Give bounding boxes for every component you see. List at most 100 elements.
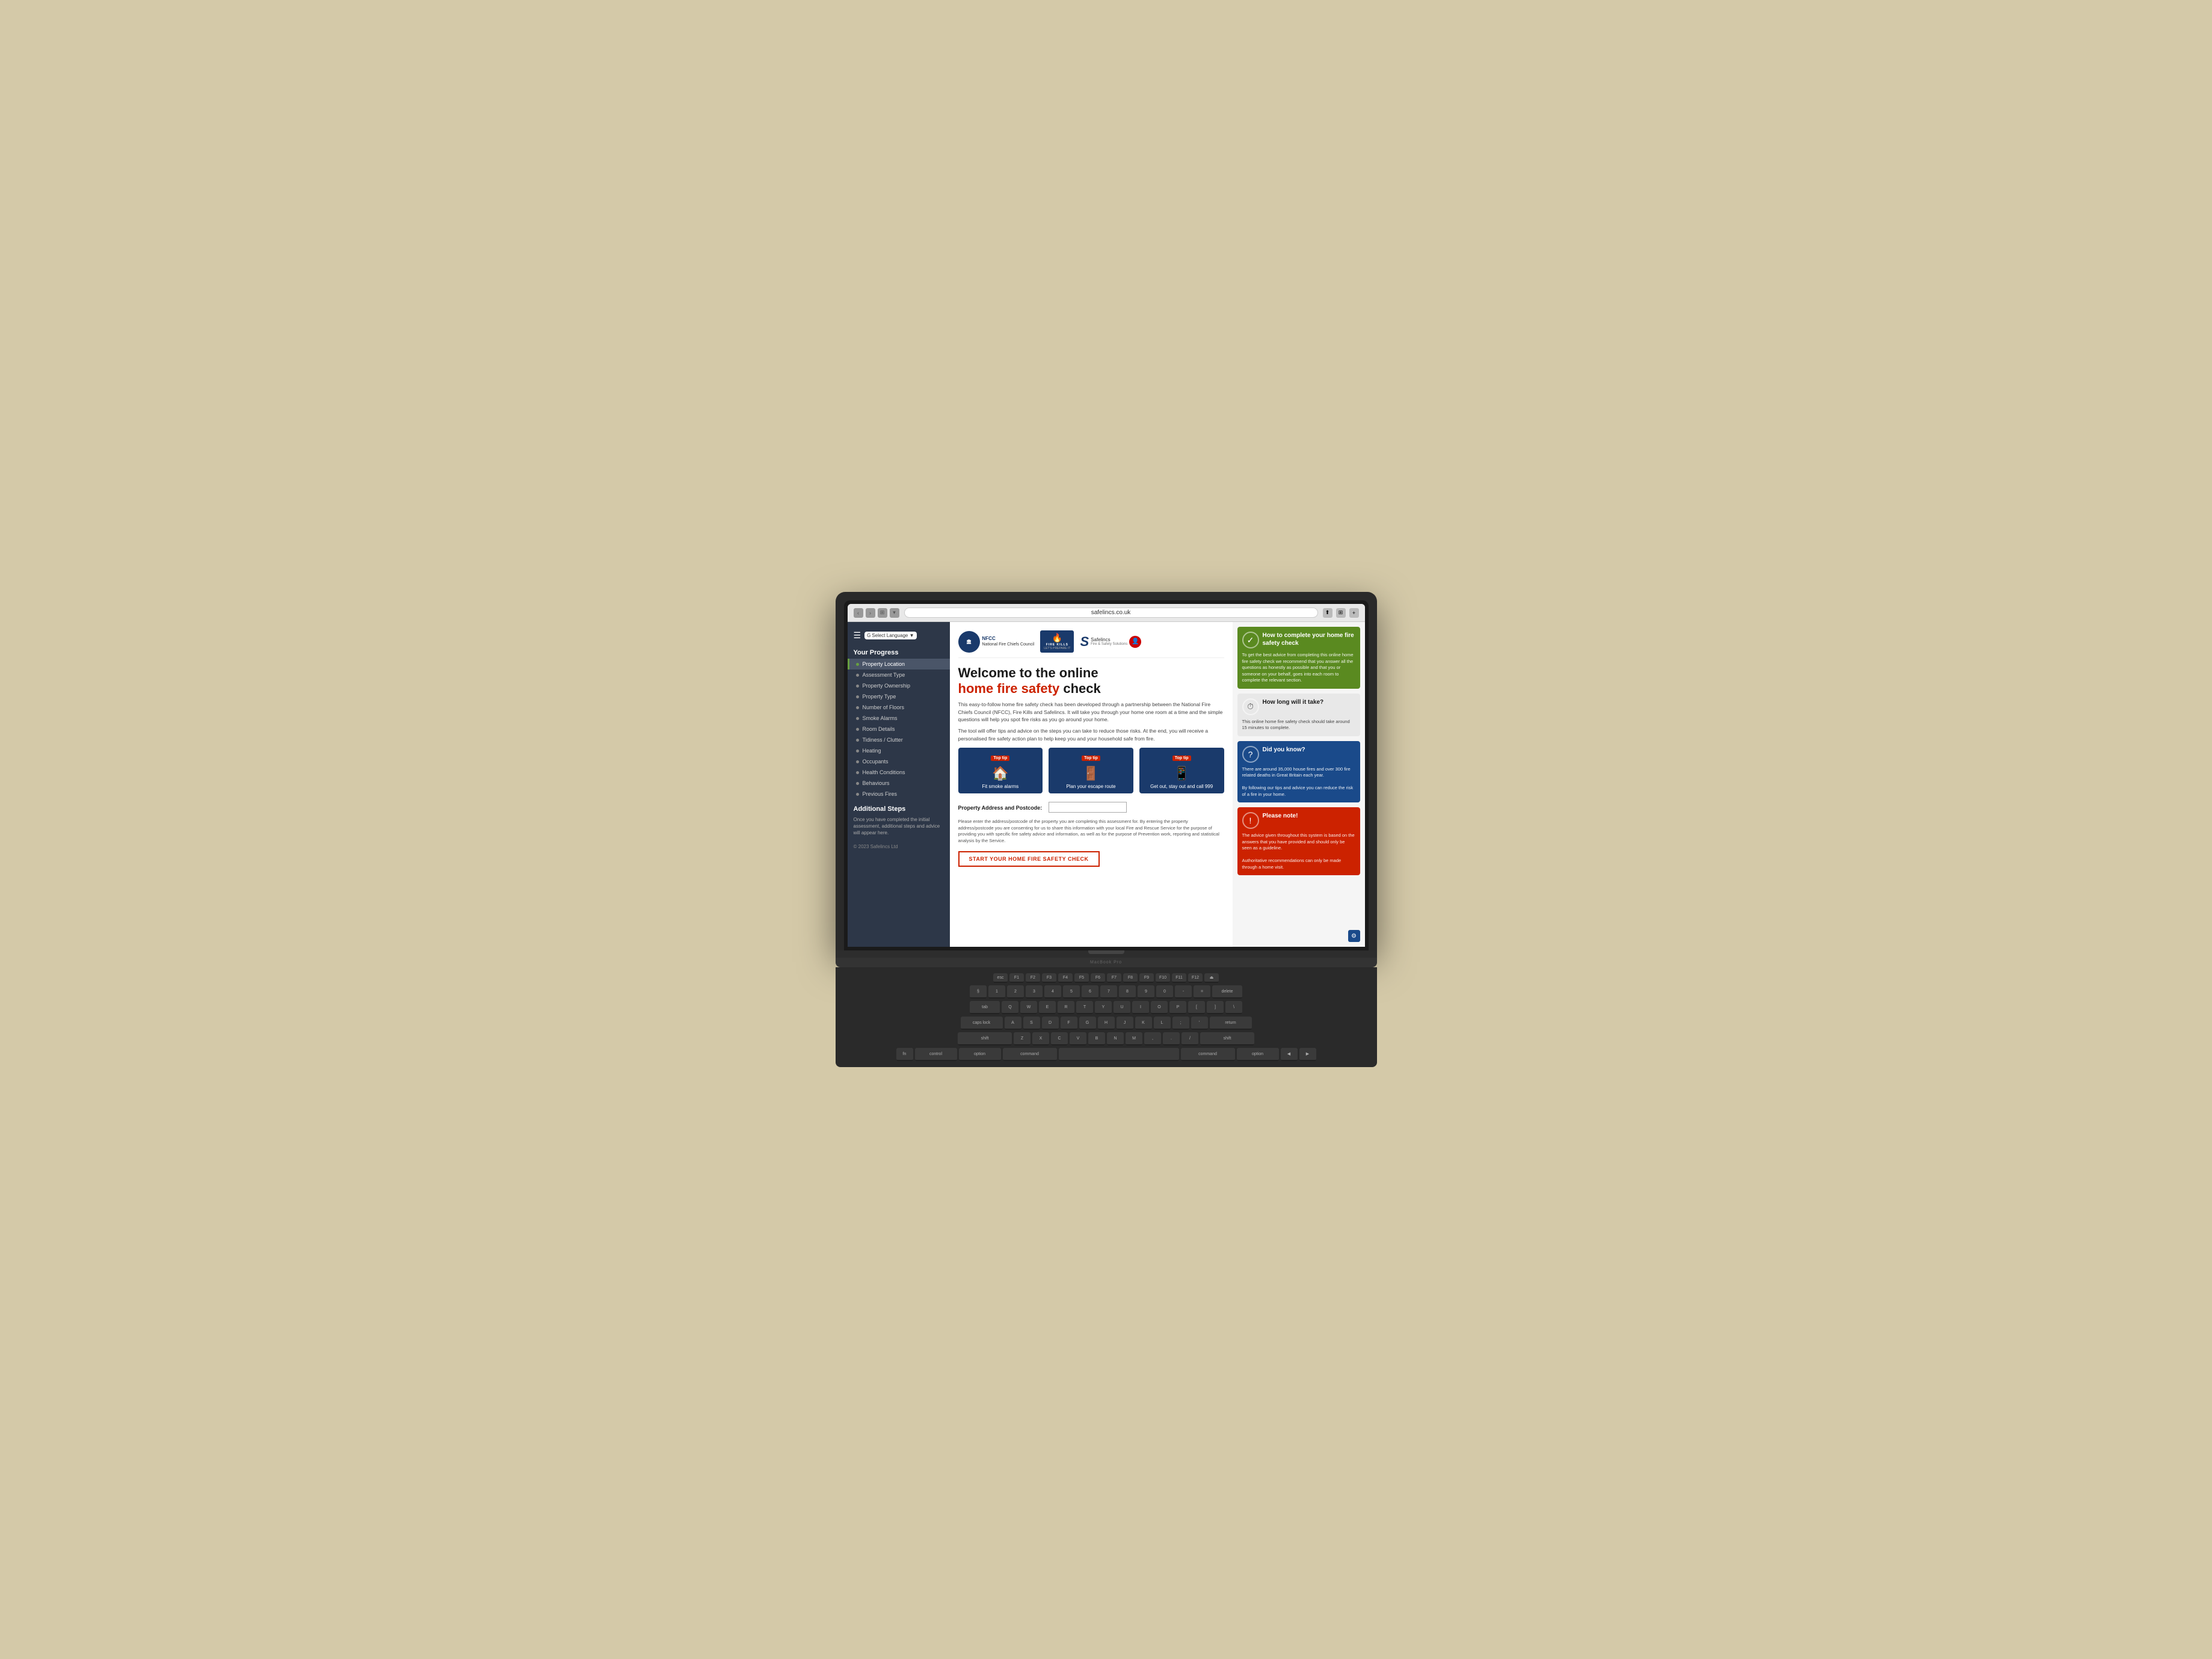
key-control[interactable]: control [915, 1048, 957, 1061]
key-option-r[interactable]: option [1237, 1048, 1279, 1061]
key-fn[interactable]: fn [896, 1048, 913, 1061]
key-equals[interactable]: = [1194, 985, 1210, 999]
key-j[interactable]: J [1117, 1017, 1133, 1030]
key-minus[interactable]: - [1175, 985, 1192, 999]
key-g[interactable]: G [1079, 1017, 1096, 1030]
sidebar-item-assessment-type[interactable]: Assessment Type [848, 669, 950, 680]
key-t[interactable]: T [1076, 1001, 1093, 1014]
sidebar-item-property-location[interactable]: Property Location [848, 659, 950, 669]
key-tab[interactable]: tab [970, 1001, 1000, 1014]
key-h[interactable]: H [1098, 1017, 1115, 1030]
sidebar-item-behaviours[interactable]: Behaviours [848, 778, 950, 789]
more-button[interactable]: ▾ [890, 608, 899, 618]
settings-gear-icon[interactable]: ⚙ [1348, 930, 1360, 942]
key-b[interactable]: B [1088, 1032, 1105, 1045]
key-command-r[interactable]: command [1181, 1048, 1235, 1061]
key-f3[interactable]: F3 [1042, 973, 1056, 983]
key-c[interactable]: C [1051, 1032, 1068, 1045]
address-bar[interactable]: safelincs.co.uk [904, 608, 1318, 618]
key-delete[interactable]: delete [1212, 985, 1242, 999]
hamburger-icon[interactable]: ☰ [854, 630, 861, 641]
tabs-button[interactable]: ⊞ [1336, 608, 1346, 618]
key-f12[interactable]: F12 [1188, 973, 1203, 983]
key-d[interactable]: D [1042, 1017, 1059, 1030]
key-power[interactable]: ⏏ [1204, 973, 1219, 983]
key-f9[interactable]: F9 [1139, 973, 1154, 983]
key-e[interactable]: E [1039, 1001, 1056, 1014]
key-n[interactable]: N [1107, 1032, 1124, 1045]
key-s[interactable]: S [1023, 1017, 1040, 1030]
key-period[interactable]: . [1163, 1032, 1180, 1045]
sidebar-item-heating[interactable]: Heating [848, 745, 950, 756]
key-option-l[interactable]: option [959, 1048, 1001, 1061]
key-bracket-r[interactable]: ] [1207, 1001, 1224, 1014]
key-i[interactable]: I [1132, 1001, 1149, 1014]
key-slash[interactable]: / [1181, 1032, 1198, 1045]
back-button[interactable]: ‹ [854, 608, 863, 618]
key-f2[interactable]: F2 [1026, 973, 1040, 983]
key-return[interactable]: return [1210, 1017, 1252, 1030]
key-arrow-l[interactable]: ◀ [1281, 1048, 1298, 1061]
share-button[interactable]: ⬆ [1323, 608, 1332, 618]
key-f1[interactable]: F1 [1009, 973, 1024, 983]
key-6[interactable]: 6 [1082, 985, 1098, 999]
key-f10[interactable]: F10 [1156, 973, 1170, 983]
key-backslash[interactable]: \ [1225, 1001, 1242, 1014]
key-w[interactable]: W [1020, 1001, 1037, 1014]
sidebar-item-health-conditions[interactable]: Health Conditions [848, 767, 950, 778]
browser-actions[interactable]: ⬆ ⊞ + [1323, 608, 1359, 618]
key-f[interactable]: F [1061, 1017, 1077, 1030]
key-f11[interactable]: F11 [1172, 973, 1186, 983]
sidebar-item-number-of-floors[interactable]: Number of Floors [848, 702, 950, 713]
key-2[interactable]: 2 [1007, 985, 1024, 999]
sidebar-item-tidiness-/-clutter[interactable]: Tidiness / Clutter [848, 734, 950, 745]
sidebar-item-property-ownership[interactable]: Property Ownership [848, 680, 950, 691]
key-shift-r[interactable]: shift [1200, 1032, 1254, 1045]
key-command-l[interactable]: command [1003, 1048, 1057, 1061]
key-9[interactable]: 9 [1138, 985, 1154, 999]
key-f8[interactable]: F8 [1123, 973, 1138, 983]
start-button[interactable]: START YOUR HOME FIRE SAFETY CHECK [958, 851, 1100, 867]
lang-label[interactable]: Select Language ▼ [872, 633, 914, 638]
key-f5[interactable]: F5 [1074, 973, 1089, 983]
key-3[interactable]: 3 [1026, 985, 1043, 999]
key-4[interactable]: 4 [1044, 985, 1061, 999]
key-0[interactable]: 0 [1156, 985, 1173, 999]
key-semicolon[interactable]: ; [1172, 1017, 1189, 1030]
address-input[interactable] [1049, 802, 1127, 813]
key-f4[interactable]: F4 [1058, 973, 1073, 983]
key-l[interactable]: L [1154, 1017, 1171, 1030]
key-r[interactable]: R [1058, 1001, 1074, 1014]
key-quote[interactable]: ' [1191, 1017, 1208, 1030]
sidebar-item-room-details[interactable]: Room Details [848, 724, 950, 734]
sidebar-item-previous-fires[interactable]: Previous Fires [848, 789, 950, 799]
key-v[interactable]: V [1070, 1032, 1086, 1045]
key-bracket-l[interactable]: [ [1188, 1001, 1205, 1014]
key-o[interactable]: O [1151, 1001, 1168, 1014]
add-tab-button[interactable]: + [1349, 608, 1359, 618]
key-8[interactable]: 8 [1119, 985, 1136, 999]
key-y[interactable]: Y [1095, 1001, 1112, 1014]
key-u[interactable]: U [1114, 1001, 1130, 1014]
key-z[interactable]: Z [1014, 1032, 1031, 1045]
key-a[interactable]: A [1005, 1017, 1021, 1030]
key-space[interactable] [1059, 1048, 1179, 1061]
sidebar-item-occupants[interactable]: Occupants [848, 756, 950, 767]
key-5[interactable]: 5 [1063, 985, 1080, 999]
key-comma[interactable]: , [1144, 1032, 1161, 1045]
key-1[interactable]: 1 [988, 985, 1005, 999]
nav-buttons[interactable]: ‹ › ⊞ ▾ [854, 608, 899, 618]
key-f7[interactable]: F7 [1107, 973, 1121, 983]
key-k[interactable]: K [1135, 1017, 1152, 1030]
key-q[interactable]: Q [1002, 1001, 1018, 1014]
key-arrow-r[interactable]: ▶ [1299, 1048, 1316, 1061]
key-p[interactable]: P [1169, 1001, 1186, 1014]
forward-button[interactable]: › [866, 608, 875, 618]
key-esc[interactable]: esc [993, 973, 1008, 983]
sidebar-item-smoke-alarms[interactable]: Smoke Alarms [848, 713, 950, 724]
key-x[interactable]: X [1032, 1032, 1049, 1045]
language-select[interactable]: G Select Language ▼ [864, 632, 916, 639]
key-f6[interactable]: F6 [1091, 973, 1105, 983]
sidebar-item-property-type[interactable]: Property Type [848, 691, 950, 702]
key-caps[interactable]: caps lock [961, 1017, 1003, 1030]
